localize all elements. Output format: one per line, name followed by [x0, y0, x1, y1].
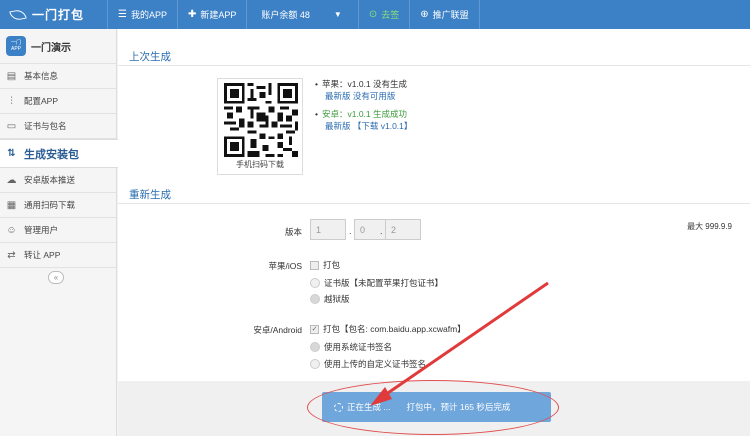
- collapse-sidebar-button[interactable]: «: [48, 271, 64, 284]
- qr-code-image: [224, 83, 298, 157]
- bullet-icon: •: [315, 79, 318, 89]
- ios-pack-checkbox[interactable]: 打包: [310, 259, 340, 271]
- list-icon: ☰: [118, 9, 127, 20]
- android-status-text: 安卓：v1.0.1 生成成功: [321, 109, 408, 119]
- nav-my-apps-label: 我的APP: [130, 10, 167, 20]
- globe-icon: ⊕: [420, 9, 429, 20]
- sidebar-item-label: 配置APP: [24, 96, 59, 106]
- last-build-title: 上次生成: [129, 51, 171, 63]
- android-status: • 安卓：v1.0.1 生成成功 最新版 【下载 v1.0.1】: [315, 108, 412, 132]
- version-separator: .: [349, 226, 352, 236]
- brand-logo[interactable]: 一门打包: [0, 0, 108, 29]
- version-major-input[interactable]: 1: [310, 219, 346, 240]
- ios-cert-radio[interactable]: 证书版【未配置苹果打包证书】: [310, 277, 443, 289]
- ios-label: 苹果/iOS: [268, 261, 302, 271]
- app-badge-bottom: APP: [10, 46, 21, 52]
- transfer-icon: ⇄: [7, 249, 16, 261]
- top-navbar: 一门打包 ☰ 我的APP ✚ 新建APP 账户余额 48 ▼ ⊙ 去签 ⊕ 推广…: [0, 0, 750, 29]
- info-icon: ▤: [6, 70, 17, 82]
- apple-latest-link[interactable]: 最新版 没有可用版: [315, 90, 407, 102]
- highlight-ellipse: [307, 380, 559, 435]
- radio-icon: [310, 294, 320, 304]
- user-icon: ☺: [6, 224, 17, 236]
- android-system-cert-radio[interactable]: 使用系统证书签名: [310, 341, 392, 353]
- qr-code-card: 手机扫码下载: [217, 78, 303, 175]
- rebuild-title: 重新生成: [129, 189, 171, 201]
- sidebar-item-basic-info[interactable]: ▤ 基本信息: [0, 64, 116, 89]
- sidebar-item-android-push[interactable]: ☁ 安卓版本推送: [0, 168, 116, 193]
- main-content: 上次生成 手机扫码下载 • 苹果：v1.0.1 没有生成 最新版 没有可用版 • 安…: [118, 29, 750, 436]
- sidebar: 一门 APP 一门演示 ▤ 基本信息 ⫶ 配置APP ▭ 证书与包名 ⇅ 生成安…: [0, 29, 123, 436]
- nav-new-app-label: 新建APP: [200, 10, 237, 20]
- nav-signin[interactable]: ⊙ 去签: [359, 0, 411, 29]
- sliders-icon: ⫶: [10, 95, 13, 107]
- account-balance-dropdown[interactable]: 账户余额 48 ▼: [247, 0, 359, 29]
- brand-name: 一门打包: [32, 8, 85, 22]
- current-app[interactable]: 一门 APP 一门演示: [0, 29, 116, 64]
- ios-jailbreak-label: 越狱版: [324, 294, 350, 304]
- sidebar-item-build[interactable]: ⇅ 生成安装包: [0, 139, 123, 168]
- promo-label: 推广联盟: [432, 10, 469, 20]
- sidebar-item-label: 管理用户: [24, 225, 59, 235]
- ios-cert-label: 证书版【未配置苹果打包证书】: [324, 278, 444, 288]
- divider: [118, 203, 750, 204]
- signin-label: 去签: [381, 10, 400, 20]
- version-patch-input[interactable]: 2: [385, 219, 421, 240]
- android-pack-checkbox[interactable]: ✓ 打包【包名: com.baidu.app.xcwafm】: [310, 323, 466, 335]
- version-max-note: 最大 999.9.9: [687, 222, 732, 231]
- signin-icon: ⊙: [368, 9, 378, 20]
- android-custom-cert-radio[interactable]: 使用上传的自定义证书签名: [310, 358, 426, 370]
- app-name: 一门演示: [31, 42, 71, 54]
- apple-status: • 苹果：v1.0.1 没有生成 最新版 没有可用版: [315, 78, 407, 102]
- divider: [118, 65, 750, 66]
- plus-icon: ✚: [187, 9, 197, 20]
- ios-jailbreak-radio[interactable]: 越狱版: [310, 293, 350, 305]
- version-label: 版本: [284, 227, 302, 237]
- version-separator: .: [380, 226, 383, 236]
- nav-promo[interactable]: ⊕ 推广联盟: [410, 0, 480, 29]
- android-system-cert-label: 使用系统证书签名: [324, 342, 393, 352]
- radio-icon: [310, 342, 320, 352]
- sidebar-item-config[interactable]: ⫶ 配置APP: [0, 89, 116, 114]
- android-pack-label: 打包【包名: com.baidu.app.xcwafm】: [323, 324, 466, 334]
- nav-new-app[interactable]: ✚ 新建APP: [178, 0, 248, 29]
- sidebar-item-label: 生成安装包: [24, 148, 79, 161]
- sidebar-item-label: 转让 APP: [24, 250, 61, 260]
- apple-status-text: 苹果：v1.0.1 没有生成: [321, 79, 408, 89]
- sidebar-item-label: 安卓版本推送: [24, 175, 76, 185]
- build-icon: ⇅: [7, 148, 16, 159]
- sidebar-item-label: 证书与包名: [24, 121, 67, 131]
- radio-icon: [310, 359, 320, 369]
- qrcode-icon: ▦: [6, 199, 17, 211]
- app-icon: 一门 APP: [6, 36, 26, 56]
- sidebar-item-qr-download[interactable]: ▦ 通用扫码下载: [0, 193, 116, 218]
- checkbox-icon: [310, 260, 319, 270]
- sidebar-item-transfer[interactable]: ⇄ 转让 APP: [0, 243, 116, 268]
- leaf-icon: [9, 8, 27, 21]
- sidebar-item-label: 通用扫码下载: [24, 200, 76, 210]
- certificate-icon: ▭: [6, 120, 17, 132]
- android-custom-cert-label: 使用上传的自定义证书签名: [324, 359, 427, 369]
- ios-pack-label: 打包: [323, 260, 341, 270]
- bullet-icon: •: [315, 109, 318, 119]
- android-download-link[interactable]: 最新版 【下载 v1.0.1】: [315, 120, 412, 132]
- radio-icon: [310, 278, 320, 288]
- cloud-icon: ☁: [6, 174, 17, 186]
- check-icon: ✓: [310, 324, 319, 334]
- sidebar-item-certificate[interactable]: ▭ 证书与包名: [0, 114, 116, 139]
- sidebar-item-label: 基本信息: [24, 71, 59, 81]
- balance-label: 账户余额 48: [261, 10, 310, 20]
- sidebar-item-users[interactable]: ☺ 管理用户: [0, 218, 116, 243]
- caret-down-icon: ▼: [333, 10, 342, 19]
- nav-my-apps[interactable]: ☰ 我的APP: [108, 0, 178, 29]
- android-label: 安卓/Android: [253, 325, 302, 335]
- qr-caption: 手机扫码下载: [236, 160, 284, 169]
